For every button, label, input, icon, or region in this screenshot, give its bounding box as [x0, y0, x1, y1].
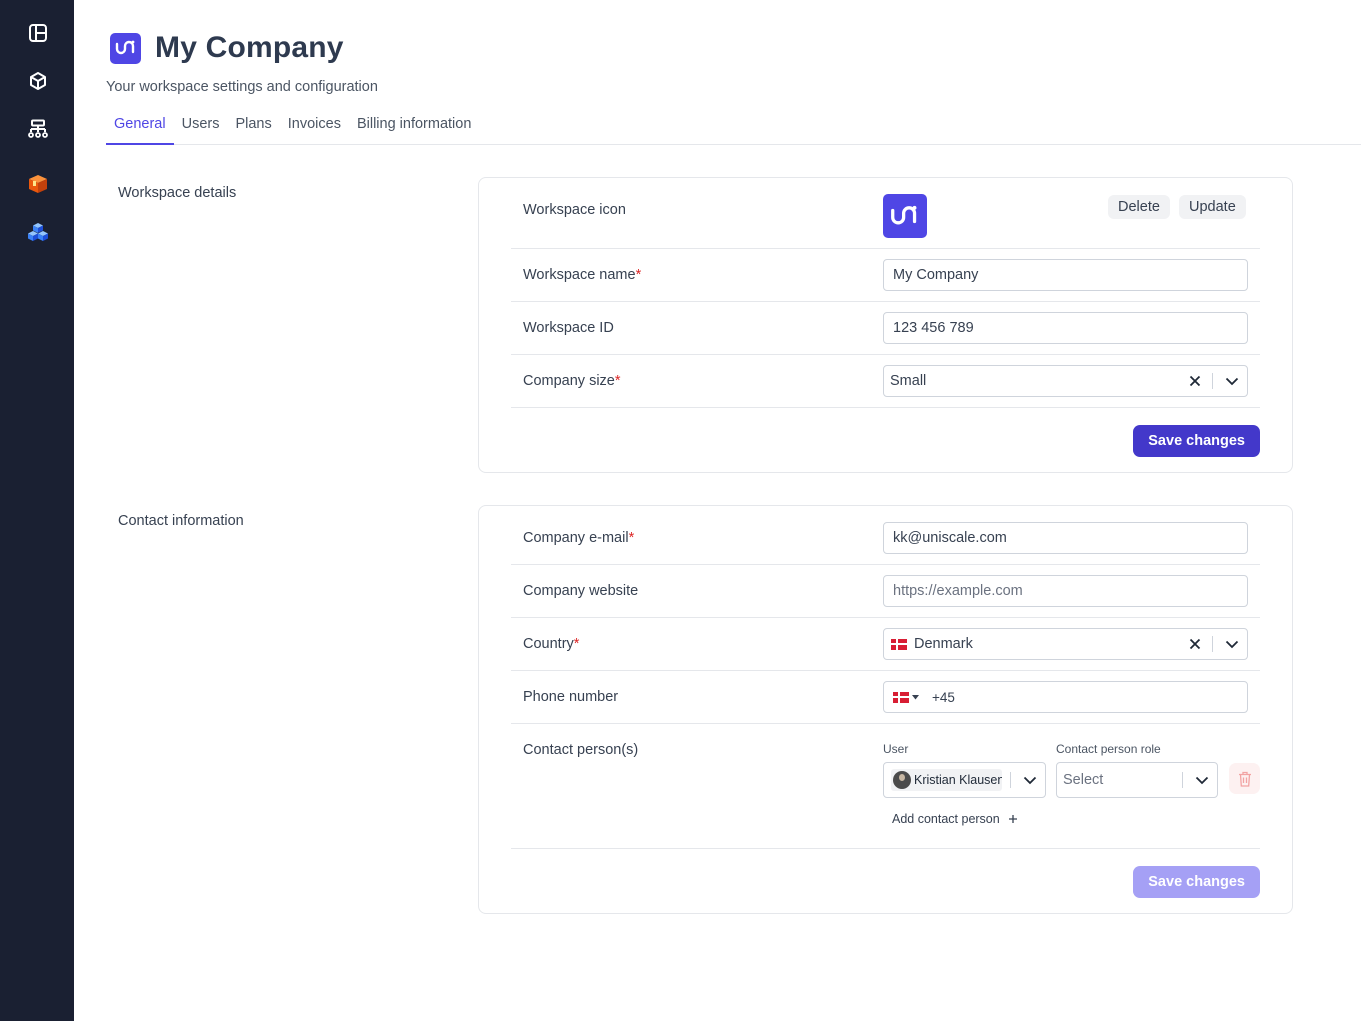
tab-plans[interactable]: Plans — [227, 114, 279, 144]
clear-icon[interactable] — [1182, 366, 1208, 396]
workspace-logo-icon — [110, 32, 141, 64]
workspace-name-input[interactable]: My Company — [883, 259, 1248, 291]
user-chip-name: Kristian Klausen — [914, 773, 1002, 787]
save-contact-button[interactable]: Save changes — [1133, 866, 1260, 898]
company-website-row: Company website https://example.com — [511, 565, 1260, 618]
hierarchy-icon[interactable] — [27, 118, 49, 140]
user-column-label: User — [883, 742, 909, 756]
chevron-down-icon[interactable] — [1015, 763, 1045, 797]
phone-number-input[interactable]: +45 — [883, 681, 1248, 713]
contact-persons-label: Contact person(s) — [523, 742, 639, 758]
denmark-flag-icon — [893, 691, 909, 703]
role-column-label: Contact person role — [1056, 742, 1161, 756]
workspace-icon-label: Workspace icon — [523, 202, 626, 218]
save-workspace-button[interactable]: Save changes — [1133, 425, 1260, 457]
contact-information-card: Company e-mail* kk@uniscale.com Company … — [478, 505, 1293, 914]
phone-number-row: Phone number +45 — [511, 671, 1260, 724]
company-website-label: Company website — [523, 583, 639, 599]
workspace-id-row: Workspace ID 123 456 789 — [511, 302, 1260, 355]
workspace-id-input[interactable]: 123 456 789 — [883, 312, 1248, 344]
role-placeholder: Select — [1063, 772, 1104, 788]
update-icon-button[interactable]: Update — [1179, 195, 1246, 219]
clear-icon[interactable] — [1182, 629, 1208, 659]
tab-invoices[interactable]: Invoices — [280, 114, 349, 144]
contact-user-select[interactable]: Kristian Klausen — [883, 762, 1046, 798]
workspace-name-row: Workspace name* My Company — [511, 249, 1260, 302]
workspace-name-label: Workspace name* — [523, 267, 642, 283]
company-email-input[interactable]: kk@uniscale.com — [883, 522, 1248, 554]
layout-icon[interactable] — [27, 22, 49, 44]
country-label: Country* — [523, 636, 580, 652]
add-contact-person-label: Add contact person — [892, 812, 1000, 826]
workspace-icon-row: Workspace icon Delete Update — [511, 178, 1260, 249]
contact-role-select[interactable]: Select — [1056, 762, 1218, 798]
avatar — [893, 771, 911, 789]
trash-icon — [1238, 771, 1251, 787]
country-select[interactable]: Denmark — [883, 628, 1248, 660]
tab-bar: General Users Plans Invoices Billing inf… — [106, 114, 1361, 145]
remove-contact-button[interactable] — [1229, 763, 1260, 794]
contact-persons-row: Contact person(s) User Contact person ro… — [511, 724, 1260, 849]
company-size-label: Company size* — [523, 373, 621, 389]
country-code-dropdown-icon[interactable] — [912, 694, 919, 700]
cube-icon[interactable] — [27, 70, 49, 92]
company-size-row: Company size* Small — [511, 355, 1260, 408]
workspace-details-card: Workspace icon Delete Update Workspace n… — [478, 177, 1293, 473]
workspace-details-heading: Workspace details — [118, 185, 237, 201]
phone-number-label: Phone number — [523, 689, 619, 705]
chevron-down-icon[interactable] — [1217, 629, 1247, 659]
chevron-down-icon[interactable] — [1187, 763, 1217, 797]
tab-billing-information[interactable]: Billing information — [349, 114, 479, 144]
add-contact-person-link[interactable]: Add contact person — [892, 812, 1018, 826]
blue-cubes-icon[interactable] — [27, 222, 49, 244]
page-header: My Company — [110, 31, 344, 65]
country-value: Denmark — [914, 636, 973, 652]
contact-information-heading: Contact information — [118, 513, 244, 529]
tab-users[interactable]: Users — [174, 114, 228, 144]
page-title: My Company — [155, 31, 344, 64]
select-separator — [1212, 636, 1213, 652]
country-row: Country* Denmark — [511, 618, 1260, 671]
user-chip: Kristian Klausen — [891, 769, 1002, 791]
company-email-row: Company e-mail* kk@uniscale.com — [511, 506, 1260, 565]
tab-general[interactable]: General — [106, 114, 174, 145]
main-content: My Company Your workspace settings and c… — [74, 0, 1361, 1021]
chevron-down-icon[interactable] — [1217, 366, 1247, 396]
delete-icon-button[interactable]: Delete — [1108, 195, 1170, 219]
select-separator — [1010, 772, 1011, 788]
phone-number-value: +45 — [932, 689, 955, 705]
select-separator — [1212, 373, 1213, 389]
denmark-flag-icon — [891, 638, 907, 650]
orange-box-icon[interactable] — [27, 173, 49, 195]
workspace-id-label: Workspace ID — [523, 320, 614, 336]
company-website-input[interactable]: https://example.com — [883, 575, 1248, 607]
select-separator — [1182, 772, 1183, 788]
workspace-icon-preview — [883, 194, 927, 238]
company-size-select[interactable]: Small — [883, 365, 1248, 397]
company-email-label: Company e-mail* — [523, 530, 635, 546]
sidebar — [0, 0, 74, 1021]
plus-icon — [1008, 814, 1018, 824]
company-size-value: Small — [890, 373, 927, 389]
page-subtitle: Your workspace settings and configuratio… — [106, 79, 378, 95]
